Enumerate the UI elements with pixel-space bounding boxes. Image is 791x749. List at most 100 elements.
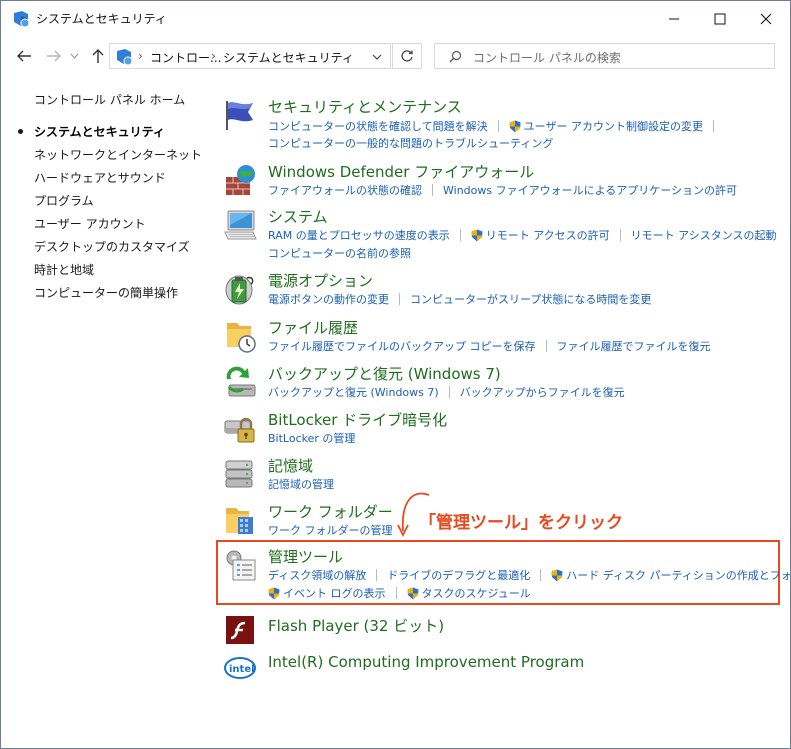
breadcrumb-system-security[interactable]: システムとセキュリティ (223, 49, 354, 66)
link-remote-access[interactable]: リモート アクセスの許可 (486, 227, 610, 243)
refresh-button[interactable] (392, 43, 422, 69)
link-troubleshooting[interactable]: コンピューターの一般的な問題のトラブルシューティング (268, 135, 553, 151)
link-separator (448, 386, 450, 398)
link-uac-settings[interactable]: ユーザー アカウント制御設定の変更 (524, 118, 703, 134)
link-bitlocker-manage[interactable]: BitLocker の管理 (268, 430, 355, 446)
title-bar: システムとセキュリティ (1, 1, 790, 37)
arrow-up-icon (92, 49, 104, 63)
forward-button[interactable] (43, 46, 65, 66)
arrow-right-icon (47, 50, 61, 62)
link-separator (497, 120, 499, 132)
sidebar-item-personalization[interactable]: デスクトップのカスタマイズ (34, 238, 190, 255)
battery-icon (225, 275, 254, 305)
link-check-status[interactable]: コンピューターの状態を確認して問題を解決 (268, 118, 488, 134)
category-title[interactable]: ワーク フォルダー (268, 501, 393, 522)
link-separator (376, 569, 378, 581)
category-title[interactable]: Flash Player (32 ビット) (268, 615, 444, 636)
category-title[interactable]: Intel(R) Computing Improvement Program (268, 653, 584, 671)
svg-text:intel: intel (229, 664, 255, 675)
control-panel-window: システムとセキュリティ › コントロー... › システムとセキュリティ コント… (0, 0, 791, 749)
link-computer-name[interactable]: コンピューターの名前の参照 (268, 245, 411, 261)
maximize-button[interactable] (697, 1, 743, 37)
computer-icon (224, 210, 257, 240)
bitlocker-icon (224, 417, 255, 443)
sidebar-item-network[interactable]: ネットワークとインターネット (34, 146, 202, 163)
link-task-scheduler[interactable]: タスクのスケジュール (422, 585, 531, 601)
breadcrumb-separator-icon: › (211, 49, 216, 63)
link-firewall-status[interactable]: ファイアウォールの状態の確認 (268, 182, 422, 198)
link-storage-manage[interactable]: 記憶域の管理 (268, 476, 334, 492)
refresh-icon (401, 50, 413, 62)
minimize-icon (669, 18, 679, 20)
link-firewall-allow-app[interactable]: Windows ファイアウォールによるアプリケーションの許可 (443, 182, 737, 198)
sidebar-item-system-security: システムとセキュリティ (34, 125, 165, 139)
link-sleep-time[interactable]: コンピューターがスリープ状態になる時間を変更 (410, 291, 651, 307)
flash-icon (226, 616, 254, 644)
link-power-button[interactable]: 電源ボタンの動作の変更 (268, 291, 389, 307)
shield-icon (509, 120, 521, 132)
up-button[interactable] (87, 46, 109, 66)
shield-icon (407, 587, 418, 599)
maximize-icon (714, 13, 726, 25)
backup-icon (226, 366, 256, 397)
control-panel-icon (14, 11, 30, 28)
search-field[interactable]: コントロール パネルの検索 (434, 43, 775, 69)
category-title[interactable]: 記憶域 (268, 455, 313, 476)
search-icon (449, 50, 462, 63)
category-title[interactable]: セキュリティとメンテナンス (268, 96, 462, 117)
chevron-down-icon[interactable] (372, 54, 382, 61)
link-file-history-restore[interactable]: ファイル履歴でファイルを復元 (557, 338, 711, 354)
intel-icon: intel (224, 657, 256, 679)
link-work-folders-manage[interactable]: ワーク フォルダーの管理 (268, 522, 393, 538)
control-panel-icon (117, 49, 133, 66)
link-separator (619, 229, 621, 241)
work-folder-icon (226, 508, 253, 534)
category-title[interactable]: 管理ツール (268, 546, 343, 567)
sidebar-item-home[interactable]: コントロール パネル ホーム (34, 91, 185, 108)
storage-icon (225, 460, 253, 488)
active-bullet-icon (18, 129, 23, 134)
file-history-icon (227, 323, 256, 353)
shield-icon (471, 229, 483, 241)
link-separator (459, 229, 461, 241)
recent-locations-button[interactable] (67, 46, 81, 66)
category-title[interactable]: BitLocker ドライブ暗号化 (268, 409, 447, 430)
link-defrag[interactable]: ドライブのデフラグと最適化 (387, 567, 530, 583)
shield-icon (268, 587, 280, 599)
category-title[interactable]: システム (268, 206, 328, 227)
link-event-log[interactable]: イベント ログの表示 (283, 585, 386, 601)
window-title: システムとセキュリティ (36, 12, 167, 26)
link-restore-files[interactable]: バックアップからファイルを復元 (460, 384, 625, 400)
link-remote-assistance[interactable]: リモート アシスタンスの起動 (631, 227, 777, 243)
sidebar-item-hardware[interactable]: ハードウェアとサウンド (34, 169, 166, 186)
sidebar-item-user-accounts[interactable]: ユーザー アカウント (34, 215, 146, 232)
arrow-left-icon (17, 50, 31, 62)
close-icon (760, 13, 772, 25)
link-ram-processor[interactable]: RAM の量とプロセッサの速度の表示 (268, 227, 450, 243)
category-title[interactable]: バックアップと復元 (Windows 7) (268, 363, 501, 384)
link-disk-partition[interactable]: ハード ディスク パーティションの作成とフォーマット (566, 567, 790, 583)
minimize-button[interactable] (651, 1, 697, 37)
link-separator (712, 120, 714, 132)
link-separator (545, 340, 547, 352)
link-separator (395, 587, 397, 599)
address-field[interactable]: › コントロー... › システムとセキュリティ (109, 43, 391, 69)
back-button[interactable] (13, 46, 35, 66)
sidebar-item-clock-region[interactable]: 時計と地域 (34, 261, 94, 278)
annotation-text: 「管理ツール」をクリック (419, 513, 623, 533)
link-disk-cleanup[interactable]: ディスク領域の解放 (268, 567, 366, 583)
shield-icon (551, 569, 563, 581)
sidebar-item-programs[interactable]: プログラム (34, 192, 94, 209)
link-separator (540, 569, 542, 581)
category-title[interactable]: Windows Defender ファイアウォール (268, 161, 534, 182)
link-backup-restore[interactable]: バックアップと復元 (Windows 7) (268, 384, 439, 400)
sidebar-item-ease-of-access[interactable]: コンピューターの簡単操作 (34, 284, 178, 301)
address-bar-row: › コントロー... › システムとセキュリティ コントロール パネルの検索 (1, 39, 790, 73)
link-separator (399, 293, 400, 305)
link-file-history-backup[interactable]: ファイル履歴でファイルのバックアップ コピーを保存 (268, 338, 536, 354)
breadcrumb-separator-icon: › (138, 49, 143, 63)
category-title[interactable]: 電源オプション (268, 270, 373, 291)
close-button[interactable] (743, 1, 789, 37)
category-title[interactable]: ファイル履歴 (268, 317, 358, 338)
link-separator (432, 184, 433, 196)
